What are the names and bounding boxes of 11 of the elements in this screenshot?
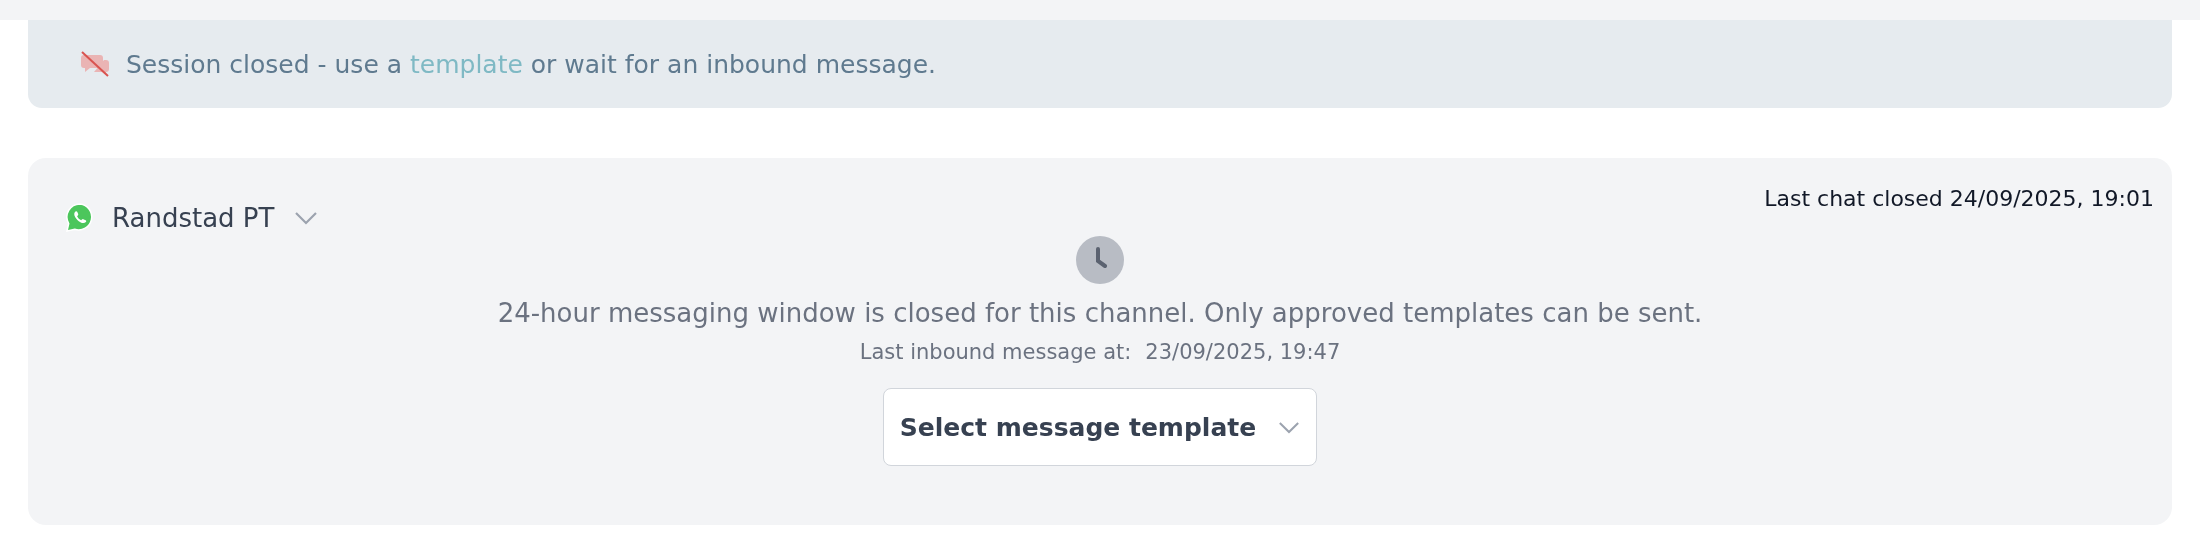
channel-name[interactable]: Randstad PT	[112, 203, 275, 233]
template-dropdown[interactable]: Select message template	[883, 388, 1317, 466]
chat-off-icon	[80, 51, 110, 77]
session-closed-message: Session closed - use a template or wait for an inbound message.	[126, 49, 936, 79]
last-inbound-time: 23/09/2025, 19:47	[1145, 340, 1341, 364]
last-chat-closed: Last chat closed 24/09/2025, 19:01	[1764, 186, 2154, 213]
window-closed-notice: 24-hour messaging window is closed for this channel. Only approved templates can be sent.	[497, 298, 1703, 328]
clock-icon	[1076, 236, 1124, 284]
chevron-down-icon[interactable]	[294, 211, 319, 225]
chevron-down-icon	[1278, 420, 1301, 434]
last-inbound-label: Last inbound message at:	[859, 340, 1132, 364]
